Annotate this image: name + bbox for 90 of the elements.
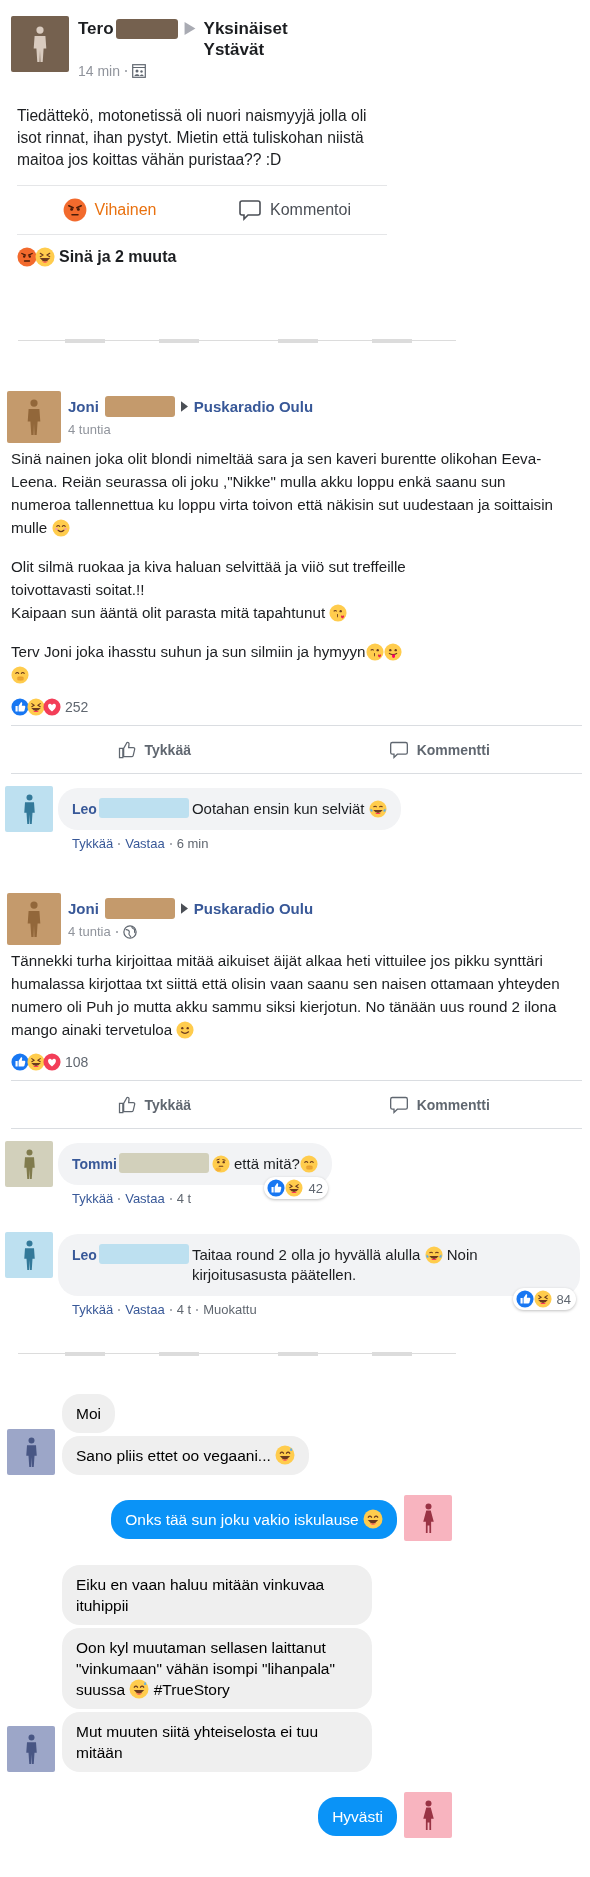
commenter-name[interactable]: Leo — [72, 1245, 97, 1265]
emoji-icon — [27, 1053, 45, 1071]
speech-bubble-icon — [388, 1094, 409, 1115]
emoji-icon — [299, 1155, 318, 1173]
emoji-icon — [27, 698, 45, 716]
avatar[interactable] — [7, 893, 61, 945]
redaction-bar — [115, 19, 178, 39]
reaction-count: 42 — [308, 1180, 323, 1196]
comment-time: Muokattu — [203, 1302, 257, 1317]
comment-link[interactable]: Tykkää — [72, 1302, 114, 1317]
redaction-bar — [104, 898, 175, 919]
emoji-icon — [211, 1155, 230, 1173]
emoji-icon — [275, 1445, 296, 1465]
post-text: Terv Joni joka ihasstu suhun ja sun silmiin ja hymyyn — [11, 640, 562, 686]
reaction-count[interactable]: 252 — [65, 699, 89, 715]
post-text: Sinä nainen joka olit blondi nimeltää sara ja sen kaveri burentte olikohan Eeva-Leena. Reiän seurassa oli joku ,"Nikke" mulla akku loppu enkä saanu sun numeroa tallennettua ku loppu virta toivon että näkisin sut uudestaan ja soittaisin mulle — [11, 449, 555, 539]
emoji-icon — [363, 1509, 383, 1529]
like-icon — [11, 698, 29, 716]
received-message: Moi — [62, 1394, 115, 1433]
received-message: Eiku en vaan haluu mitään vinkuvaa ituhippii — [62, 1565, 372, 1625]
commenter-name[interactable]: Leo — [72, 799, 97, 819]
angry-face-icon — [62, 198, 87, 222]
sent-message: Onks tää sun joku vakio iskulause — [111, 1500, 397, 1539]
commenter-name[interactable]: Tommi — [72, 1154, 117, 1174]
comment-link[interactable]: Vastaa — [125, 1191, 165, 1206]
reaction-badge[interactable]: 84 — [512, 1288, 576, 1310]
post-text: Tiedättekö, motonetissä oli nuori naismyyjä jolla oli isot rinnat, ihan pystyt. Mietin että tuliskohan niistä maitoa jos koittas vähän puristaa?? :D — [17, 106, 368, 170]
received-message: Mut muuten siitä yhteiselosta ei tuu mitään — [62, 1712, 372, 1772]
author-name[interactable]: Joni — [68, 398, 99, 415]
arrow-icon — [180, 903, 188, 914]
thumbs-up-icon — [116, 739, 137, 760]
emoji-icon — [368, 800, 387, 818]
comment-link[interactable]: Tykkää — [72, 836, 114, 851]
avatar[interactable] — [7, 391, 61, 443]
comment-link[interactable]: Tykkää — [72, 1191, 114, 1206]
group-name[interactable]: Puskaradio Oulu — [193, 398, 314, 415]
post-time[interactable]: 4 tuntia — [68, 422, 111, 437]
emoji-icon — [285, 1179, 304, 1197]
sent-message: Hyvästi — [318, 1797, 397, 1836]
avatar[interactable] — [5, 786, 53, 832]
like-icon — [11, 1053, 29, 1071]
avatar[interactable] — [11, 16, 69, 72]
group-icon — [132, 64, 147, 78]
post-text: Olit silmä ruokaa ja kiva haluan selvittää ja viiö sut treffeille toivottavasti soitat.!! Kaipaan sun ääntä olit parasta mitä tapahtunut — [11, 557, 407, 624]
emoji-icon — [51, 519, 70, 537]
arrow-icon — [180, 401, 188, 412]
comment-text: että mitä? — [211, 1154, 318, 1174]
emoji-icon — [424, 1246, 443, 1264]
post-time[interactable]: 4 tuntia — [68, 924, 111, 939]
redaction-bar — [104, 396, 175, 417]
speech-bubble-icon — [238, 198, 263, 222]
emoji-icon — [11, 666, 29, 684]
emoji-icon — [35, 247, 55, 267]
author-name[interactable]: Tero — [78, 18, 114, 39]
post-text: Tännekki turha kirjoittaa mitää aikuiset äijät alkaa heti vittuilee jos pikku synttäri humalassa kirjottaa txt siittä että olisin vaan saanu sen naisen ottamaan yhteyden numero oli Puh jo mutta akku sammu siksi kierjotun. No tänään uus round 2 ilona mango ainaki tervetuloa — [11, 951, 561, 1041]
comment-link[interactable]: Vastaa — [125, 1302, 165, 1317]
reaction-summary[interactable]: Sinä ja 2 muuta — [59, 248, 177, 266]
group-name[interactable]: Puskaradio Oulu — [193, 900, 314, 917]
comment-button[interactable]: Kommentti — [296, 726, 582, 773]
comment-button[interactable]: Kommentoi — [202, 186, 387, 234]
reaction-count[interactable]: 108 — [65, 1054, 89, 1070]
received-message: Oon kyl muutaman sellasen laittanut "vinkumaan" vähän isompi "lihanpala" suussa #TrueStory — [62, 1628, 372, 1709]
avatar[interactable] — [5, 1141, 53, 1187]
emoji-icon — [533, 1290, 552, 1308]
emoji-icon — [365, 643, 384, 661]
like-button[interactable]: Tykkää — [11, 1081, 297, 1128]
like-button[interactable]: Tykkää — [11, 726, 297, 773]
arrow-icon — [183, 22, 196, 35]
group-name[interactable]: Yksinäiset Ystävät — [203, 18, 296, 60]
received-message: Sano pliis ettet oo vegaani... — [62, 1436, 310, 1475]
emoji-icon — [329, 604, 348, 622]
like-icon — [267, 1179, 286, 1197]
author-name[interactable]: Joni — [68, 900, 99, 917]
avatar[interactable] — [5, 1232, 53, 1278]
comment-time: 4 t — [176, 1191, 192, 1206]
reaction-count: 84 — [556, 1291, 571, 1307]
emoji-icon — [176, 1021, 195, 1039]
comment-link[interactable]: Vastaa — [125, 836, 165, 851]
comment-text: Taitaa round 2 olla jo hyvällä alulla Noin kirjoitusasusta päätellen. — [191, 1245, 479, 1285]
like-icon — [515, 1290, 534, 1308]
angry-face-icon — [17, 247, 37, 267]
comment-time: 6 min — [176, 836, 209, 851]
reaction-badge[interactable]: 42 — [264, 1177, 328, 1199]
thumbs-up-icon — [116, 1094, 137, 1115]
comment-time: 4 t — [176, 1302, 192, 1317]
comment-button[interactable]: Kommentti — [296, 1081, 582, 1128]
speech-bubble-icon — [388, 739, 409, 760]
emoji-icon — [383, 643, 402, 661]
comment-text: Ootahan ensin kun selviät — [191, 799, 387, 819]
emoji-icon — [129, 1679, 150, 1699]
